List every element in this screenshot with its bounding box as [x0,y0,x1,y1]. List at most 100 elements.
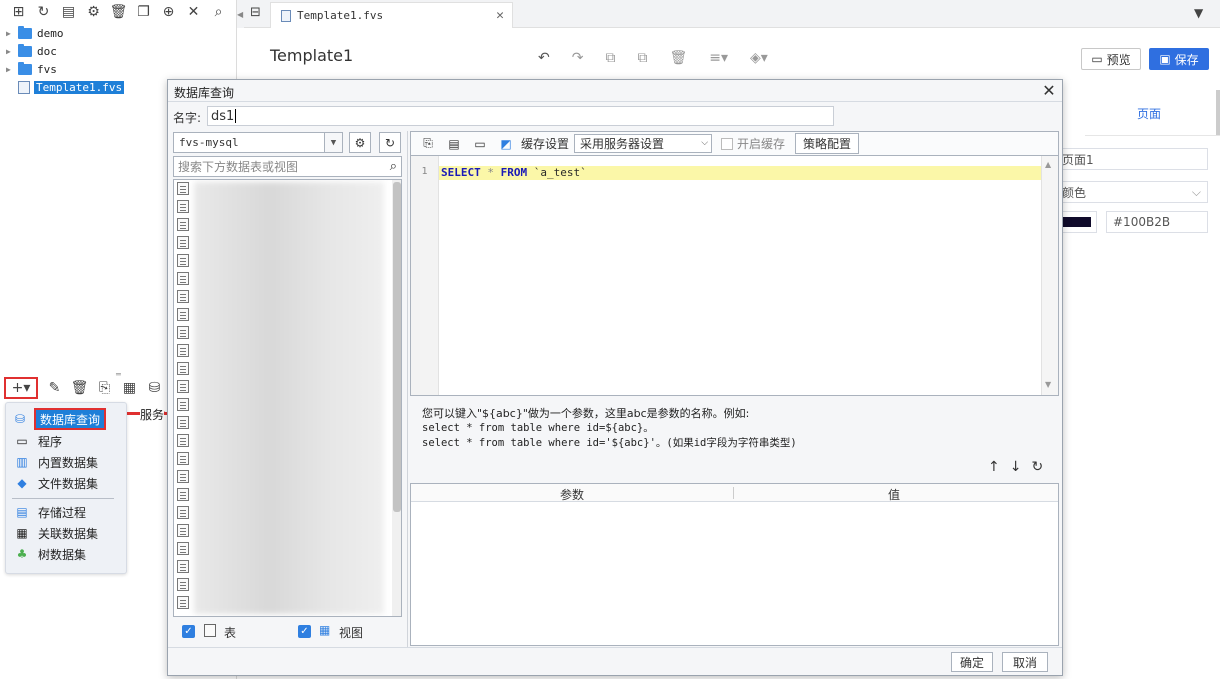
datasource-settings-button[interactable]: ⚙ [349,132,371,153]
preview-data-icon[interactable]: ⎘ [92,377,117,399]
table-item-icon[interactable] [177,416,189,429]
table-item-icon[interactable] [177,578,189,591]
menu-item-stored-procedure[interactable]: ▤ 存储过程 [14,502,86,522]
layer-icon[interactable]: ◈▾ [750,50,768,66]
open-template-icon[interactable]: ▤ [56,1,81,23]
tab-page[interactable]: 页面 [1085,90,1220,136]
table-item-icon[interactable] [177,506,189,519]
menu-item-builtin-dataset[interactable]: ▥ 内置数据集 [14,452,98,472]
new-folder-icon[interactable]: ⊞ [6,1,31,23]
sql-line[interactable]: SELECT * FROM `a_test` [439,166,1041,180]
table-item-icon[interactable] [177,542,189,555]
table-item-icon[interactable] [177,218,189,231]
menu-item-file-dataset[interactable]: ◆ 文件数据集 [14,473,98,493]
delete-icon[interactable]: 🗑 [67,377,92,399]
table-item-icon[interactable] [177,488,189,501]
undo-icon[interactable]: ↶ [538,50,550,66]
preview-button[interactable]: ▭ 预览 [1081,48,1141,70]
enable-cache-checkbox[interactable] [721,137,734,150]
tree-item-doc[interactable]: ▶ doc [6,42,57,60]
editor-scrollbar[interactable]: ▲ ▼ [1041,156,1058,395]
expand-icon[interactable]: ▶ [6,29,18,38]
ok-button[interactable]: 确定 [951,652,993,672]
table-checkbox[interactable]: ✓ [182,625,195,638]
tree-item-fvs[interactable]: ▶ fvs [6,60,57,78]
scroll-up-icon[interactable]: ▲ [1045,160,1051,169]
table-item-icon[interactable] [177,362,189,375]
template-settings-icon[interactable]: ⚙ [81,1,106,23]
tree-item-demo[interactable]: ▶ demo [6,24,64,42]
copy-icon[interactable]: ⧉ [605,50,615,66]
collapse-icon[interactable]: ✕ [181,1,206,23]
delete-icon[interactable]: 🗑 [669,50,687,66]
table-search-input[interactable]: 搜索下方数据表或视图 ⌕ [173,156,402,177]
view-checkbox[interactable]: ✓ [298,625,311,638]
edit-icon[interactable]: ✎ [42,377,67,399]
sql-icon[interactable]: ▭ [467,134,493,154]
table-list-scrollbar[interactable] [392,180,401,616]
tab-template1[interactable]: Template1.fvs ✕ [270,2,513,28]
tab-menu-icon[interactable]: ▼ [1194,6,1203,20]
table-item-icon[interactable] [177,236,189,249]
param-icon[interactable]: ▤ [441,134,467,154]
delete-icon[interactable]: 🗑 [106,1,131,23]
strategy-button[interactable]: 策略配置 [795,133,860,154]
refresh-icon[interactable]: ↻ [1031,459,1043,475]
move-up-icon[interactable]: ↑ [988,459,1000,475]
preview-sql-icon[interactable]: ⎘ [415,134,441,154]
dataset-settings-icon[interactable]: ▦ [117,377,142,399]
scroll-down-icon[interactable]: ▼ [1045,380,1051,389]
table-item-icon[interactable] [177,200,189,213]
refresh-button[interactable]: ↻ [379,132,401,153]
table-item-icon[interactable] [177,254,189,267]
tree-item-template1[interactable]: Template1.fvs [6,78,125,96]
paste-icon[interactable]: ⧉ [637,50,647,66]
move-down-icon[interactable]: ↓ [1010,459,1022,475]
name-input[interactable]: ds1 [207,106,834,126]
cache-select[interactable]: 采用服务器设置 ⌵ [574,134,713,153]
table-item-icon[interactable] [177,596,189,609]
table-item-icon[interactable] [177,398,189,411]
menu-item-join-dataset[interactable]: ▦ 关联数据集 [14,523,98,543]
copy-icon[interactable]: ❐ [131,1,156,23]
scrollbar-thumb[interactable] [393,182,401,512]
expand-icon[interactable]: ▶ [6,65,18,74]
table-list[interactable] [173,179,402,617]
search-icon[interactable]: ⌕ [206,1,231,23]
table-item-icon[interactable] [177,182,189,195]
close-icon[interactable]: ✕ [1040,81,1058,100]
align-icon[interactable]: ≡▾ [709,50,728,66]
table-item-icon[interactable] [177,434,189,447]
page-name-input[interactable]: 页面1 [1055,148,1208,170]
cancel-button[interactable]: 取消 [1002,652,1048,672]
redo-icon[interactable]: ↷ [572,50,584,66]
close-icon[interactable]: ✕ [496,8,504,23]
split-divider[interactable] [407,131,408,647]
table-item-icon[interactable] [177,560,189,573]
table-item-icon[interactable] [177,470,189,483]
menu-item-db-query[interactable]: 数据库查询 [34,408,107,430]
expand-icon[interactable]: ▶ [6,47,18,56]
server-dataset-icon[interactable]: ⛁ [142,377,167,399]
refresh-icon[interactable]: ↻ [31,1,56,23]
table-item-icon[interactable] [177,380,189,393]
locate-icon[interactable]: ⊕ [156,1,181,23]
new-tab-icon[interactable]: ⊟ [250,5,261,20]
save-button[interactable]: ▣ 保存 [1149,48,1209,70]
table-item-icon[interactable] [177,452,189,465]
background-type-select[interactable]: 颜色 ⌵ [1055,181,1208,203]
table-item-icon[interactable] [177,290,189,303]
table-item-icon[interactable] [177,524,189,537]
menu-item-tree-dataset[interactable]: ♣ 树数据集 [14,544,86,564]
table-item-icon[interactable] [177,326,189,339]
add-dataset-button[interactable]: +▾ [4,377,38,399]
color-hex-input[interactable]: #100B2B [1106,211,1208,233]
page-title[interactable]: Template1 [270,46,353,65]
datasource-select[interactable]: fvs-mysql ▼ [173,132,343,153]
collapse-left-icon[interactable]: ◀ [237,0,244,28]
menu-item-program[interactable]: ▭ 程序 [14,431,62,451]
table-item-icon[interactable] [177,344,189,357]
param-table[interactable]: 参数 值 [410,483,1059,646]
sql-editor[interactable]: 1 SELECT * FROM `a_test` ▲ ▼ [410,155,1059,396]
table-item-icon[interactable] [177,308,189,321]
